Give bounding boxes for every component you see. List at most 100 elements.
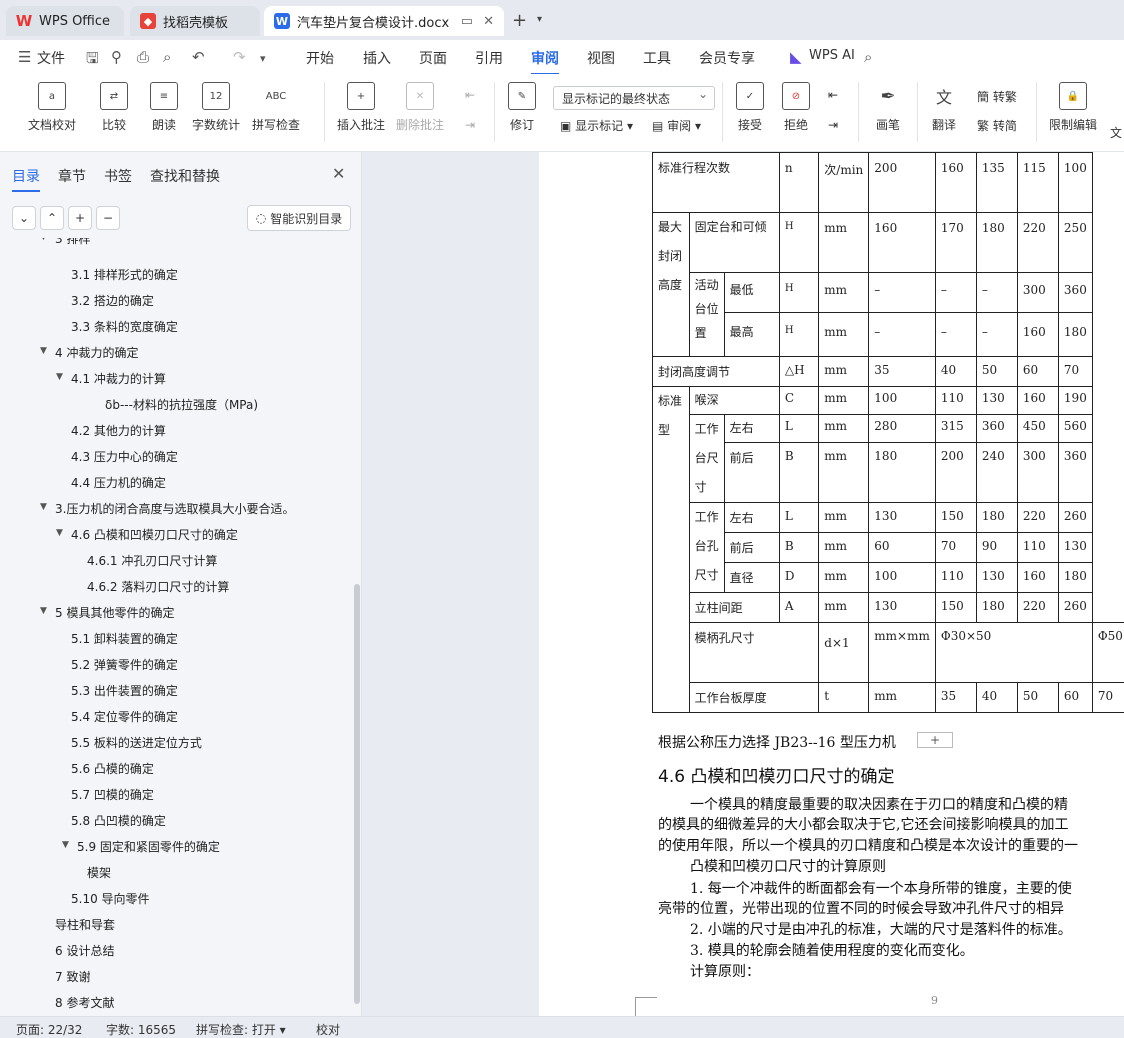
menu-page[interactable]: 页面 [419, 48, 447, 68]
proofread-status[interactable]: 校对 [316, 1021, 340, 1038]
smart-toc-button[interactable]: ◌ 智能识别目录 [247, 205, 351, 231]
expand-arrow-icon[interactable]: ▼ [62, 840, 69, 850]
spell-check-toggle[interactable]: 拼写检查: 打开 ▾ [196, 1021, 286, 1038]
menu-icon[interactable]: ☰ [18, 48, 31, 66]
redo-icon[interactable]: ↷ [233, 48, 246, 66]
menu-reference[interactable]: 引用 [475, 48, 503, 68]
toc-item[interactable]: 4.6.2 落料刃口尺寸的计算 [87, 578, 229, 595]
close-icon[interactable]: ✕ [332, 164, 345, 183]
toc-item[interactable]: 4.2 其他力的计算 [71, 422, 166, 439]
toc-item[interactable]: 导柱和导套 [55, 916, 115, 933]
toc-item[interactable]: 5.5 板料的送进定位方式 [71, 734, 202, 751]
toc-item[interactable]: 5.2 弹簧零件的确定 [71, 656, 178, 673]
menu-insert[interactable]: 插入 [363, 48, 391, 68]
toc-item[interactable]: δb---材料的抗拉强度（MPa) [105, 396, 258, 413]
toc-item[interactable]: 4.4 压力机的确定 [71, 474, 166, 491]
to-simplified-button[interactable]: 繁 转简 [977, 117, 1017, 134]
compare-button[interactable]: ⇄ 比较 [100, 82, 128, 133]
search-icon[interactable]: ⌕ [864, 48, 872, 66]
translate-button[interactable]: 文 翻译 [930, 82, 958, 133]
page-indicator[interactable]: 页面: 22/32 [16, 1021, 82, 1038]
menu-wps-ai[interactable]: WPS AI [809, 48, 855, 63]
tab-template[interactable]: ◆ 找稻壳模板 [130, 6, 260, 36]
undo-icon[interactable]: ↶ [192, 48, 205, 66]
toc-item[interactable]: 3.3 条料的宽度确定 [71, 318, 178, 335]
toc-item[interactable]: 6 设计总结 [55, 942, 114, 959]
toc-item[interactable]: 4.6.1 冲孔刃口尺寸计算 [87, 552, 217, 569]
toc-item[interactable]: 5.9 固定和紧固零件的确定 [77, 838, 220, 855]
tab-document[interactable]: W 汽车垫片复合模设计.docx ▭ ✕ [264, 6, 504, 36]
share-icon[interactable]: ⚲ [111, 48, 122, 66]
chevron-down-icon[interactable]: ▾ [537, 14, 542, 25]
proofread-button[interactable]: a 文档校对 [28, 82, 76, 133]
chevron-down-icon[interactable]: ▾ [260, 52, 266, 65]
prev-comment-icon[interactable]: ⇤ [465, 88, 475, 102]
toc-item[interactable]: 模架 [87, 864, 111, 881]
restrict-edit-button[interactable]: 🔒 限制编辑 [1049, 82, 1097, 133]
accept-button[interactable]: ✓ 接受 [736, 82, 764, 133]
document-more-label[interactable]: 文 [1110, 124, 1122, 141]
toc-item[interactable]: 4.3 压力中心的确定 [71, 448, 178, 465]
new-tab-icon[interactable]: + [512, 10, 527, 31]
collapse-up-icon[interactable]: ⌃ [40, 206, 64, 230]
toc-item[interactable]: 4.6 凸模和凹模刃口尺寸的确定 [71, 526, 238, 543]
toc-item[interactable]: 5.6 凸模的确定 [71, 760, 154, 777]
expand-arrow-icon[interactable]: ▼ [56, 372, 63, 382]
expand-arrow-icon[interactable]: ▼ [56, 528, 63, 538]
toc-item[interactable]: 3 排样 [55, 238, 90, 247]
window-icon[interactable]: ▭ [461, 14, 473, 29]
toc-item[interactable]: 5.7 凹模的确定 [71, 786, 154, 803]
toc-item[interactable]: 7 致谢 [55, 968, 90, 985]
menu-file[interactable]: 文件 [37, 48, 65, 68]
tab-find-replace[interactable]: 查找和替换 [150, 166, 220, 186]
remove-heading-icon[interactable]: − [96, 206, 120, 230]
pen-button[interactable]: ✒ 画笔 [874, 82, 902, 133]
menu-view[interactable]: 视图 [587, 48, 615, 68]
markup-state-select[interactable]: 显示标记的最终状态 [553, 86, 715, 110]
tab-chapters[interactable]: 章节 [58, 166, 86, 186]
toc-item[interactable]: 5 模具其他零件的确定 [55, 604, 174, 621]
next-change-icon[interactable]: ⇥ [828, 118, 838, 132]
toc-item[interactable]: 3.2 搭边的确定 [71, 292, 154, 309]
expand-arrow-icon[interactable]: ▼ [40, 502, 47, 512]
toc-item[interactable]: 5.8 凸凹模的确定 [71, 812, 166, 829]
scrollbar[interactable] [354, 584, 360, 1004]
spell-check-button[interactable]: ABC 拼写检查 [252, 82, 300, 133]
toc-item[interactable]: 8 参考文献 [55, 994, 114, 1011]
menu-review[interactable]: 审阅 [531, 48, 559, 75]
tab-wps-office[interactable]: W WPS Office [6, 6, 124, 36]
menu-home[interactable]: 开始 [306, 48, 334, 68]
print-preview-icon[interactable]: ⌕ [163, 48, 171, 66]
track-changes-button[interactable]: ✎ 修订 [508, 82, 536, 133]
insert-comment-button[interactable]: + 插入批注 [337, 82, 385, 133]
toc-item[interactable]: 4.1 冲裁力的计算 [71, 370, 166, 387]
menu-tools[interactable]: 工具 [643, 48, 671, 68]
review-pane-dropdown[interactable]: ▤ 审阅 ▾ [652, 117, 701, 134]
close-icon[interactable]: ✕ [483, 14, 494, 29]
toc-item[interactable]: 5.4 定位零件的确定 [71, 708, 178, 725]
print-icon[interactable]: ⎙ [137, 48, 149, 66]
add-heading-icon[interactable]: + [68, 206, 92, 230]
toc-item[interactable]: 3.压力机的闭合高度与选取模具大小要合适。 [55, 500, 294, 517]
add-row-button[interactable]: + [917, 732, 953, 748]
next-comment-icon[interactable]: ⇥ [465, 118, 475, 132]
toc-item[interactable]: 5.10 导向零件 [71, 890, 150, 907]
toc-item[interactable]: 5.1 卸料装置的确定 [71, 630, 178, 647]
delete-comment-button[interactable]: ✕ 删除批注 [396, 82, 444, 133]
reject-button[interactable]: ⊘ 拒绝 [782, 82, 810, 133]
save-icon[interactable]: 🖫 [86, 48, 99, 73]
show-markup-dropdown[interactable]: ▣ 显示标记 ▾ [560, 117, 633, 134]
tab-bookmarks[interactable]: 书签 [104, 166, 132, 186]
expand-down-icon[interactable]: ⌄ [12, 206, 36, 230]
menu-member[interactable]: 会员专享 [699, 48, 755, 68]
expand-arrow-icon[interactable]: ▼ [40, 346, 47, 356]
toc-item[interactable]: 3.1 排样形式的确定 [71, 266, 178, 283]
toc-item[interactable]: 4 冲裁力的确定 [55, 344, 138, 361]
read-aloud-button[interactable]: ≡ 朗读 [150, 82, 178, 133]
tab-toc[interactable]: 目录 [12, 166, 40, 192]
word-count-indicator[interactable]: 字数: 16565 [106, 1021, 176, 1038]
toc-item[interactable]: 5.3 出件装置的确定 [71, 682, 178, 699]
expand-arrow-icon[interactable]: ▼ [40, 238, 47, 242]
expand-arrow-icon[interactable]: ▼ [40, 606, 47, 616]
to-traditional-button[interactable]: 簡 转繁 [977, 88, 1017, 105]
